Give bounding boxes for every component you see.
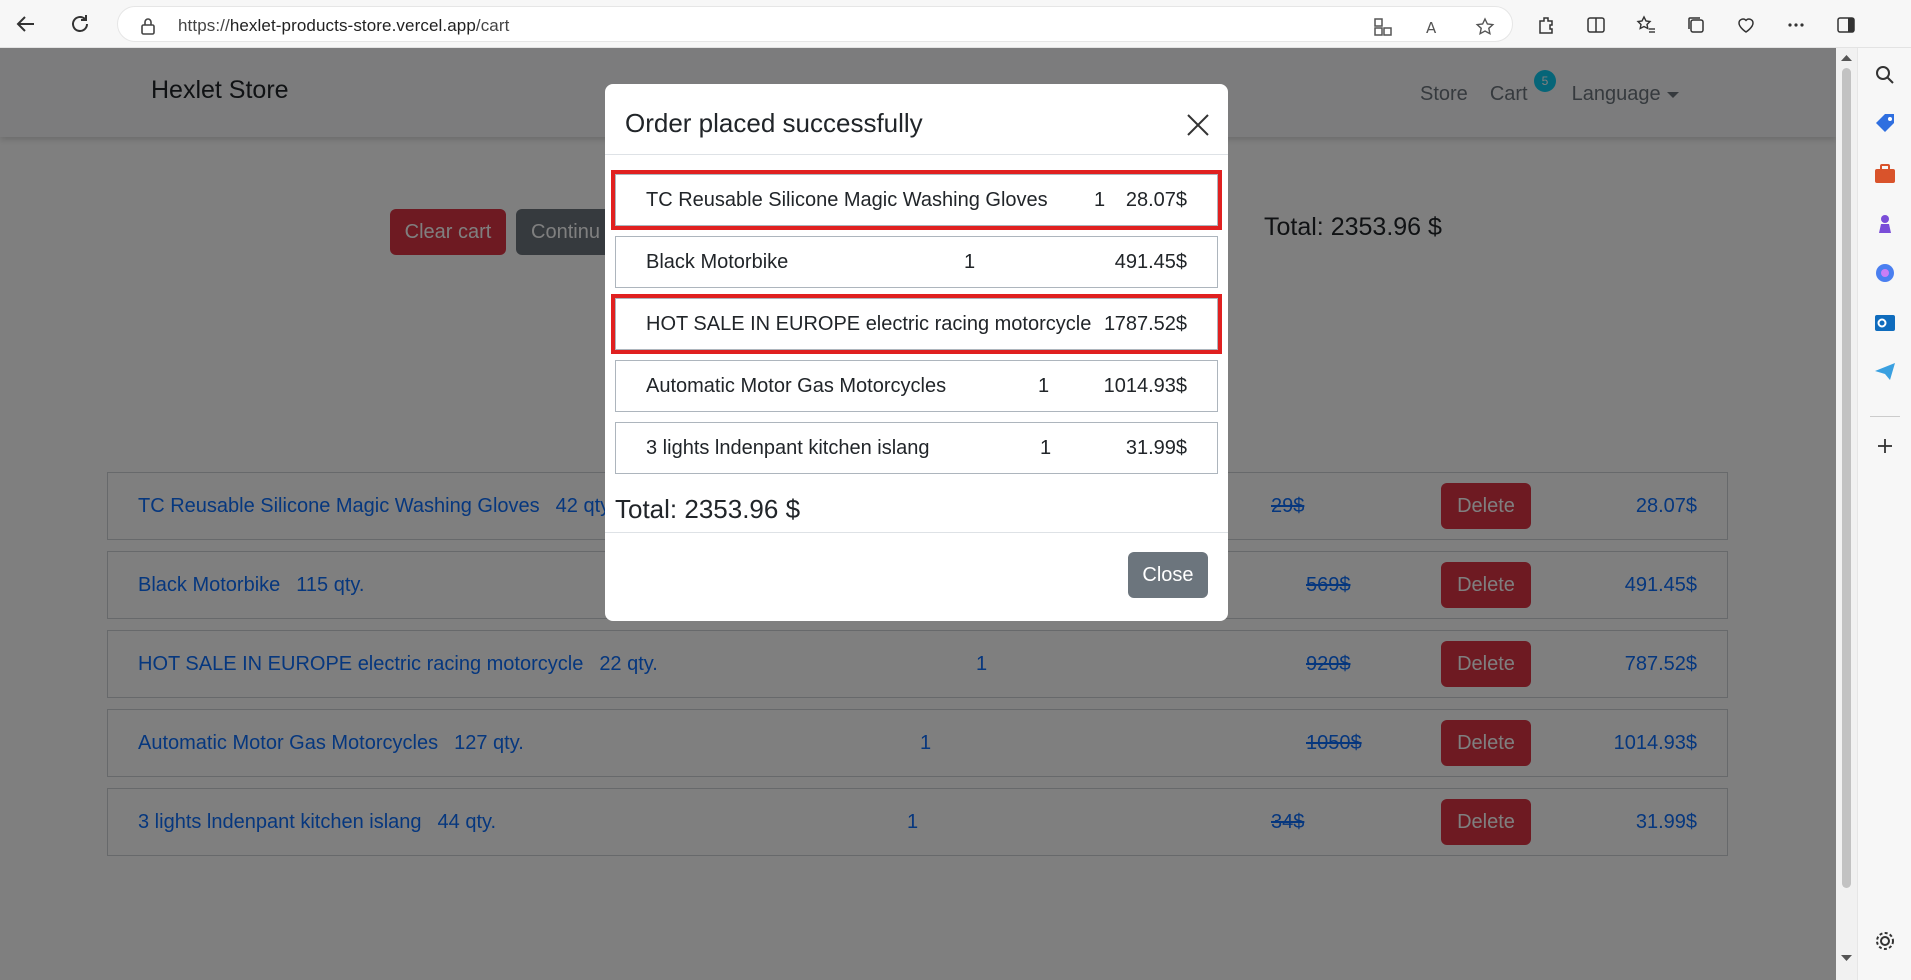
modal-footer-divider <box>605 532 1228 533</box>
lock-icon[interactable] <box>140 17 156 40</box>
scroll-up-icon[interactable] <box>1841 54 1852 62</box>
modal-header-divider <box>605 154 1228 155</box>
outlook-icon[interactable] <box>1872 310 1898 336</box>
back-arrow-icon[interactable] <box>10 8 42 40</box>
svg-text:A: A <box>1426 19 1437 37</box>
games-chess-icon[interactable] <box>1872 211 1898 237</box>
modal-total: Total: 2353.96 $ <box>615 494 801 524</box>
refresh-icon[interactable] <box>64 8 96 40</box>
more-menu-icon[interactable] <box>1783 12 1809 38</box>
close-icon[interactable] <box>1185 112 1211 138</box>
order-item-price: 31.99$ <box>1125 437 1187 459</box>
order-item-name: Black Motorbike <box>646 251 789 273</box>
modal-title: Order placed successfully <box>625 108 923 138</box>
order-item-price: 491.45$ <box>1114 251 1187 273</box>
search-icon[interactable] <box>1872 62 1898 88</box>
order-item-qty: 1 <box>1104 313 1116 335</box>
order-success-modal: Order placed successfully TC Reusable Si… <box>605 84 1228 621</box>
order-item-qty: 1 <box>1040 437 1052 459</box>
order-item: Black Motorbike 1 491.45$ <box>615 236 1218 288</box>
order-item-qty: 1 <box>1094 189 1106 211</box>
order-item: 3 lights lndenpant kitchen islang 1 31.9… <box>615 422 1218 474</box>
order-item-qty: 1 <box>964 251 976 273</box>
order-item-price: 28.07$ <box>1125 189 1187 211</box>
browser-sidebar <box>1857 48 1911 980</box>
collections-icon[interactable] <box>1683 12 1709 38</box>
add-plus-icon[interactable] <box>1872 433 1898 459</box>
address-bar[interactable]: https://hexlet-products-store.vercel.app… <box>117 6 1513 42</box>
shopping-tag-icon[interactable] <box>1872 111 1898 137</box>
split-screen-icon[interactable] <box>1583 12 1609 38</box>
order-item-name: Automatic Motor Gas Motorcycles <box>646 375 947 397</box>
order-item: HOT SALE IN EUROPE electric racing motor… <box>611 294 1222 354</box>
send-telegram-icon[interactable] <box>1872 359 1898 385</box>
favorite-star-icon[interactable] <box>1472 14 1498 40</box>
sidebar-divider <box>1870 416 1900 417</box>
scroll-down-icon[interactable] <box>1841 954 1852 962</box>
read-aloud-icon[interactable]: A <box>1421 14 1447 40</box>
order-item-name: HOT SALE IN EUROPE electric racing motor… <box>646 313 1092 335</box>
gear-icon[interactable] <box>1872 928 1898 954</box>
page-scrollbar[interactable] <box>1836 48 1857 980</box>
scrollbar-thumb[interactable] <box>1842 68 1851 888</box>
sidebar-toggle-icon[interactable] <box>1833 12 1859 38</box>
close-button[interactable]: Close <box>1128 552 1208 598</box>
tools-briefcase-icon[interactable] <box>1872 161 1898 187</box>
app-install-icon[interactable] <box>1370 14 1396 40</box>
copilot-icon[interactable] <box>1872 260 1898 286</box>
favorites-icon[interactable] <box>1633 12 1659 38</box>
order-item: TC Reusable Silicone Magic Washing Glove… <box>611 170 1222 230</box>
url-text: https://hexlet-products-store.vercel.app… <box>178 16 510 35</box>
order-item-name: TC Reusable Silicone Magic Washing Glove… <box>646 189 1048 211</box>
browser-essentials-icon[interactable] <box>1733 12 1759 38</box>
order-item: Automatic Motor Gas Motorcycles 1 1014.9… <box>615 360 1218 412</box>
order-item-qty: 1 <box>1038 375 1050 397</box>
browser-toolbar: https://hexlet-products-store.vercel.app… <box>0 0 1911 48</box>
order-item-price: 787.52$ <box>1114 313 1187 335</box>
extensions-icon[interactable] <box>1533 12 1559 38</box>
order-item-name: 3 lights lndenpant kitchen islang <box>646 437 930 459</box>
order-item-price: 1014.93$ <box>1103 375 1187 397</box>
